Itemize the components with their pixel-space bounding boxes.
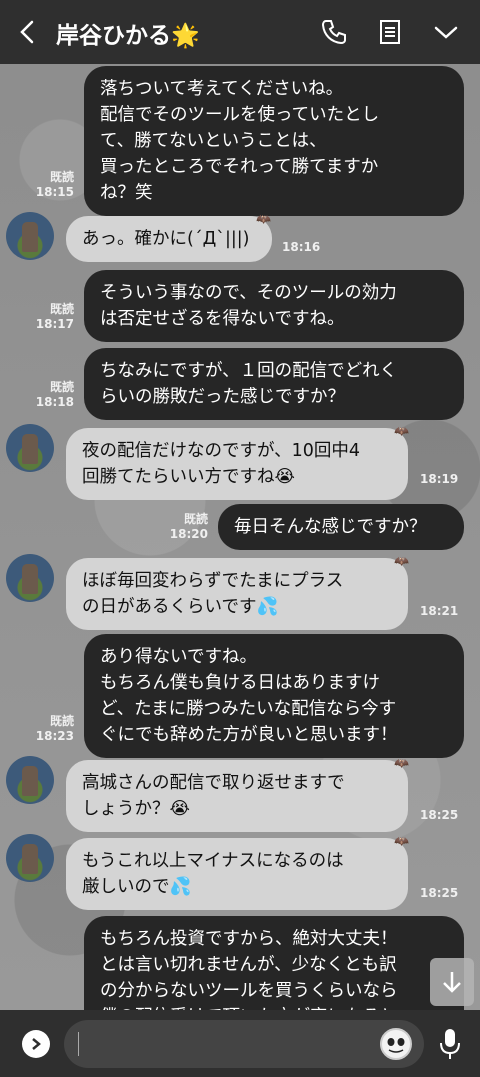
read-receipt: 既読 bbox=[49, 714, 74, 728]
skull-face-icon bbox=[387, 1038, 405, 1053]
message-time: 18:15 bbox=[35, 185, 74, 199]
bat-icon: 🦇 bbox=[394, 756, 409, 770]
text-cursor bbox=[78, 1032, 79, 1056]
message-bubble[interactable]: もうこれ以上マイナスになるのは 厳しいので💦 bbox=[66, 838, 408, 910]
avatar[interactable] bbox=[6, 554, 54, 602]
message-bubble[interactable]: 高城さんの配信で取り返せますで しょうか？😭 bbox=[66, 760, 408, 832]
emoji-icon[interactable] bbox=[380, 1028, 412, 1060]
message-time: 18:19 bbox=[420, 472, 459, 486]
message-bubble[interactable]: あっ。確かに(´Д`|||) bbox=[66, 216, 272, 262]
scroll-to-bottom-button[interactable] bbox=[430, 958, 474, 1006]
message-time: 18:17 bbox=[35, 317, 74, 331]
message-bubble[interactable]: ほぼ毎回変わらずでたまにプラス の日があるくらいです💦 bbox=[66, 558, 408, 630]
bat-icon: 🦇 bbox=[394, 834, 409, 848]
message-time: 18:25 bbox=[420, 886, 459, 900]
message-time: 18:25 bbox=[420, 808, 459, 822]
arrow-down-icon bbox=[443, 972, 461, 993]
bat-icon: 🦇 bbox=[256, 212, 271, 226]
message-input[interactable] bbox=[64, 1020, 424, 1068]
read-receipt: 既読 bbox=[49, 302, 74, 316]
message-bubble[interactable]: 落ちついて考えてくださいね。 配信でそのツールを使っていたとし て、勝てないとい… bbox=[84, 66, 464, 216]
microphone-icon[interactable] bbox=[438, 1026, 462, 1062]
chat-header: 岸谷ひかる🌟 bbox=[0, 0, 480, 64]
message-bubble[interactable]: あり得ないですね。 もちろん僕も負ける日はありますけ ど、たまに勝つみたいな配信… bbox=[84, 634, 464, 758]
message-time: 18:23 bbox=[35, 729, 74, 743]
message-bubble[interactable]: 夜の配信だけなのですが、10回中4 回勝てたらいい方ですね😭 bbox=[66, 428, 408, 500]
avatar[interactable] bbox=[6, 756, 54, 804]
message-bubble[interactable]: そういう事なので、そのツールの効力 は否定せざるを得ないですね。 bbox=[84, 270, 464, 342]
message-bubble[interactable]: 毎日そんな感じですか？ bbox=[218, 504, 464, 550]
avatar[interactable] bbox=[6, 834, 54, 882]
avatar[interactable] bbox=[6, 212, 54, 260]
chat-title: 岸谷ひかる🌟 bbox=[56, 16, 200, 50]
bat-icon: 🦇 bbox=[394, 424, 409, 438]
message-time: 18:20 bbox=[169, 527, 208, 541]
expand-button[interactable] bbox=[22, 1030, 50, 1058]
notes-icon[interactable] bbox=[376, 18, 404, 46]
phone-icon[interactable] bbox=[320, 18, 348, 46]
message-time: 18:21 bbox=[420, 604, 459, 618]
message-time: 18:18 bbox=[35, 395, 74, 409]
contact-name: 岸谷ひかる bbox=[56, 23, 171, 49]
avatar[interactable] bbox=[6, 424, 54, 472]
back-icon[interactable] bbox=[14, 14, 42, 50]
message-time: 18:16 bbox=[282, 240, 321, 254]
star-emoji: 🌟 bbox=[171, 23, 200, 49]
message-bubble[interactable]: ちなみにですが、１回の配信でどれく らいの勝敗だった感じですか？ bbox=[84, 348, 464, 420]
read-receipt: 既読 bbox=[49, 170, 74, 184]
chevron-right-icon bbox=[32, 1038, 41, 1050]
bat-icon: 🦇 bbox=[394, 554, 409, 568]
read-receipt: 既読 bbox=[49, 380, 74, 394]
read-receipt: 既読 bbox=[183, 512, 208, 526]
chevron-down-icon[interactable] bbox=[432, 18, 460, 46]
